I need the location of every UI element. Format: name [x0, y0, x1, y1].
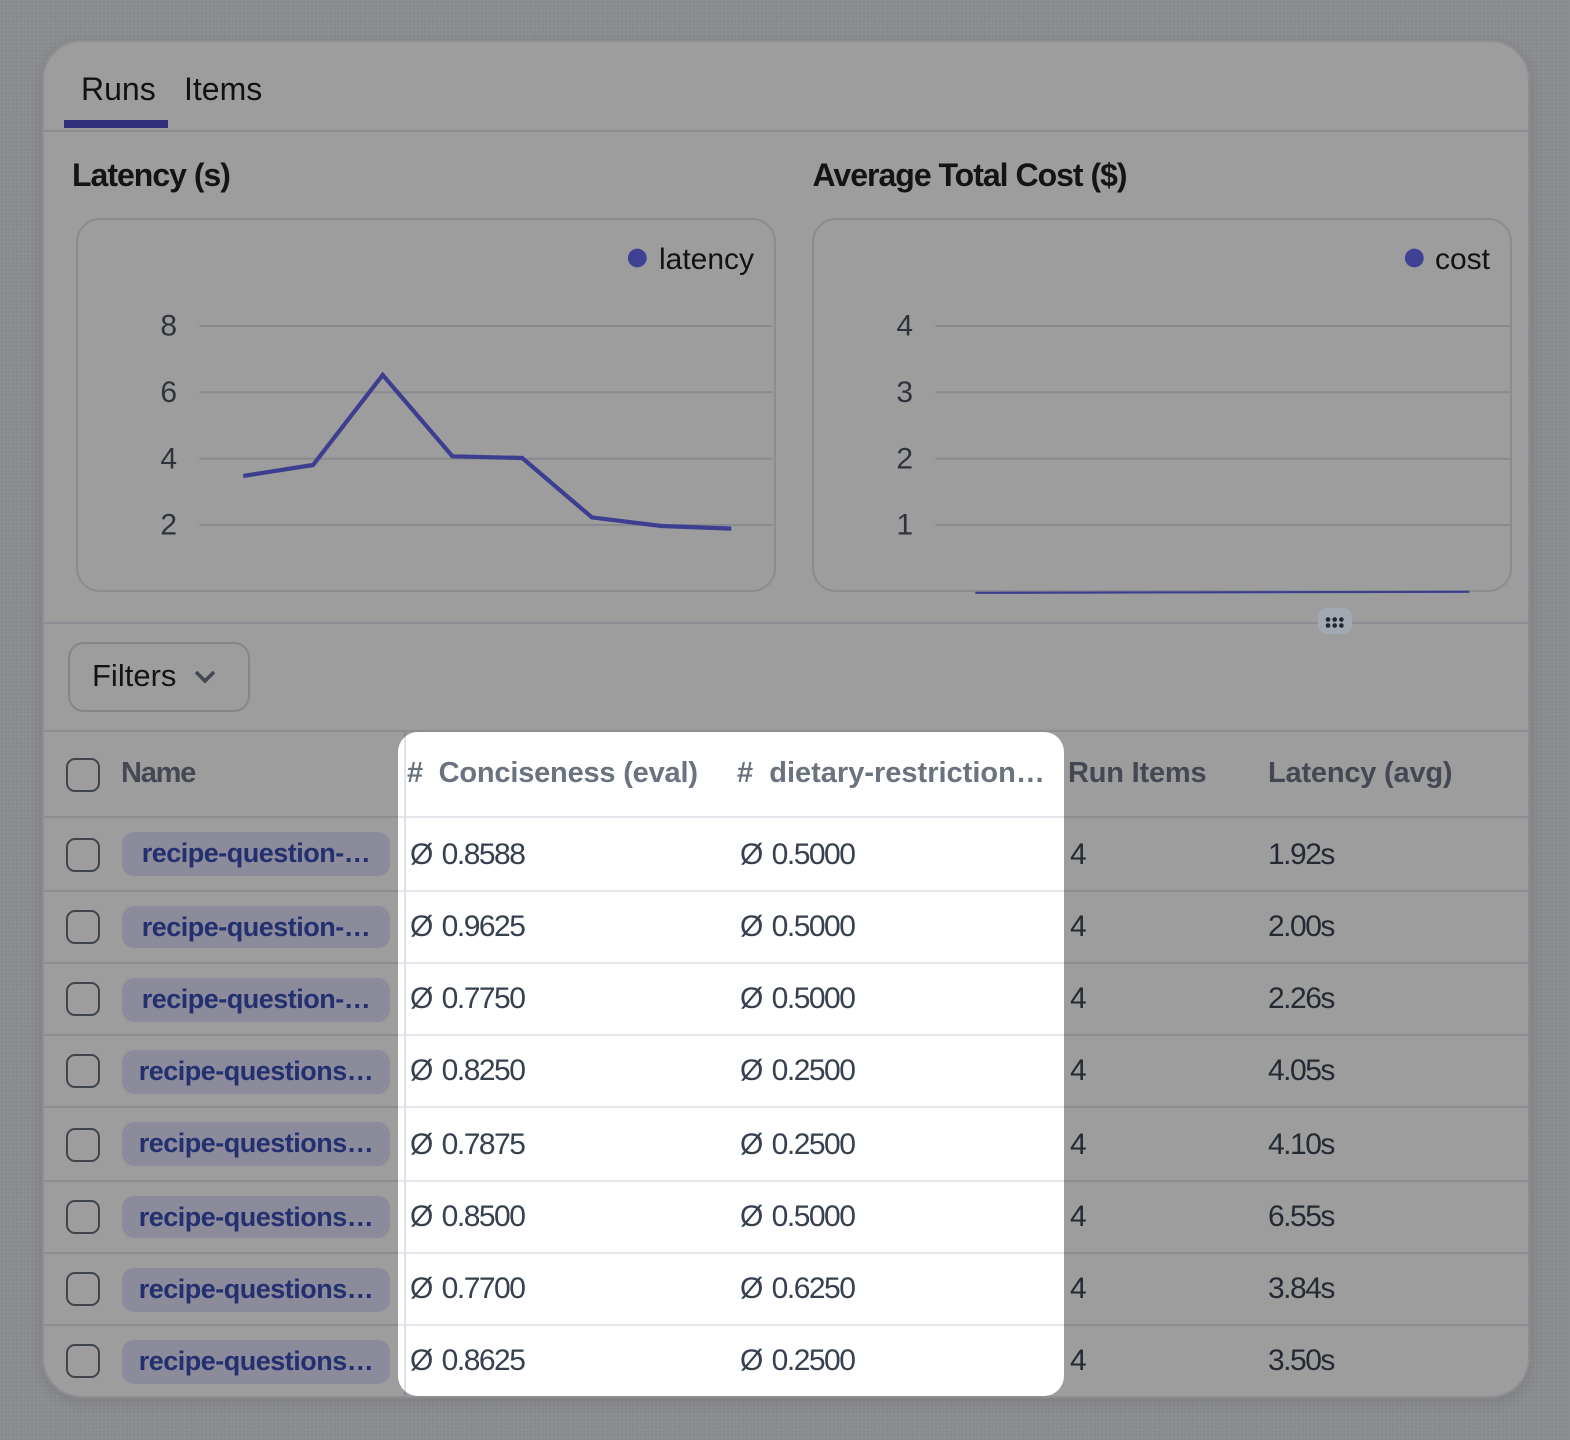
svg-text:2: 2 [160, 509, 177, 542]
svg-text:8: 8 [160, 310, 177, 343]
svg-text:4: 4 [897, 310, 914, 343]
svg-text:2: 2 [897, 442, 914, 475]
svg-text:3: 3 [897, 376, 914, 409]
svg-text:4: 4 [160, 442, 177, 475]
svg-text:cost: cost [1435, 243, 1491, 276]
svg-text:1: 1 [897, 509, 914, 542]
svg-text:6: 6 [160, 376, 177, 409]
svg-text:latency: latency [658, 243, 753, 276]
